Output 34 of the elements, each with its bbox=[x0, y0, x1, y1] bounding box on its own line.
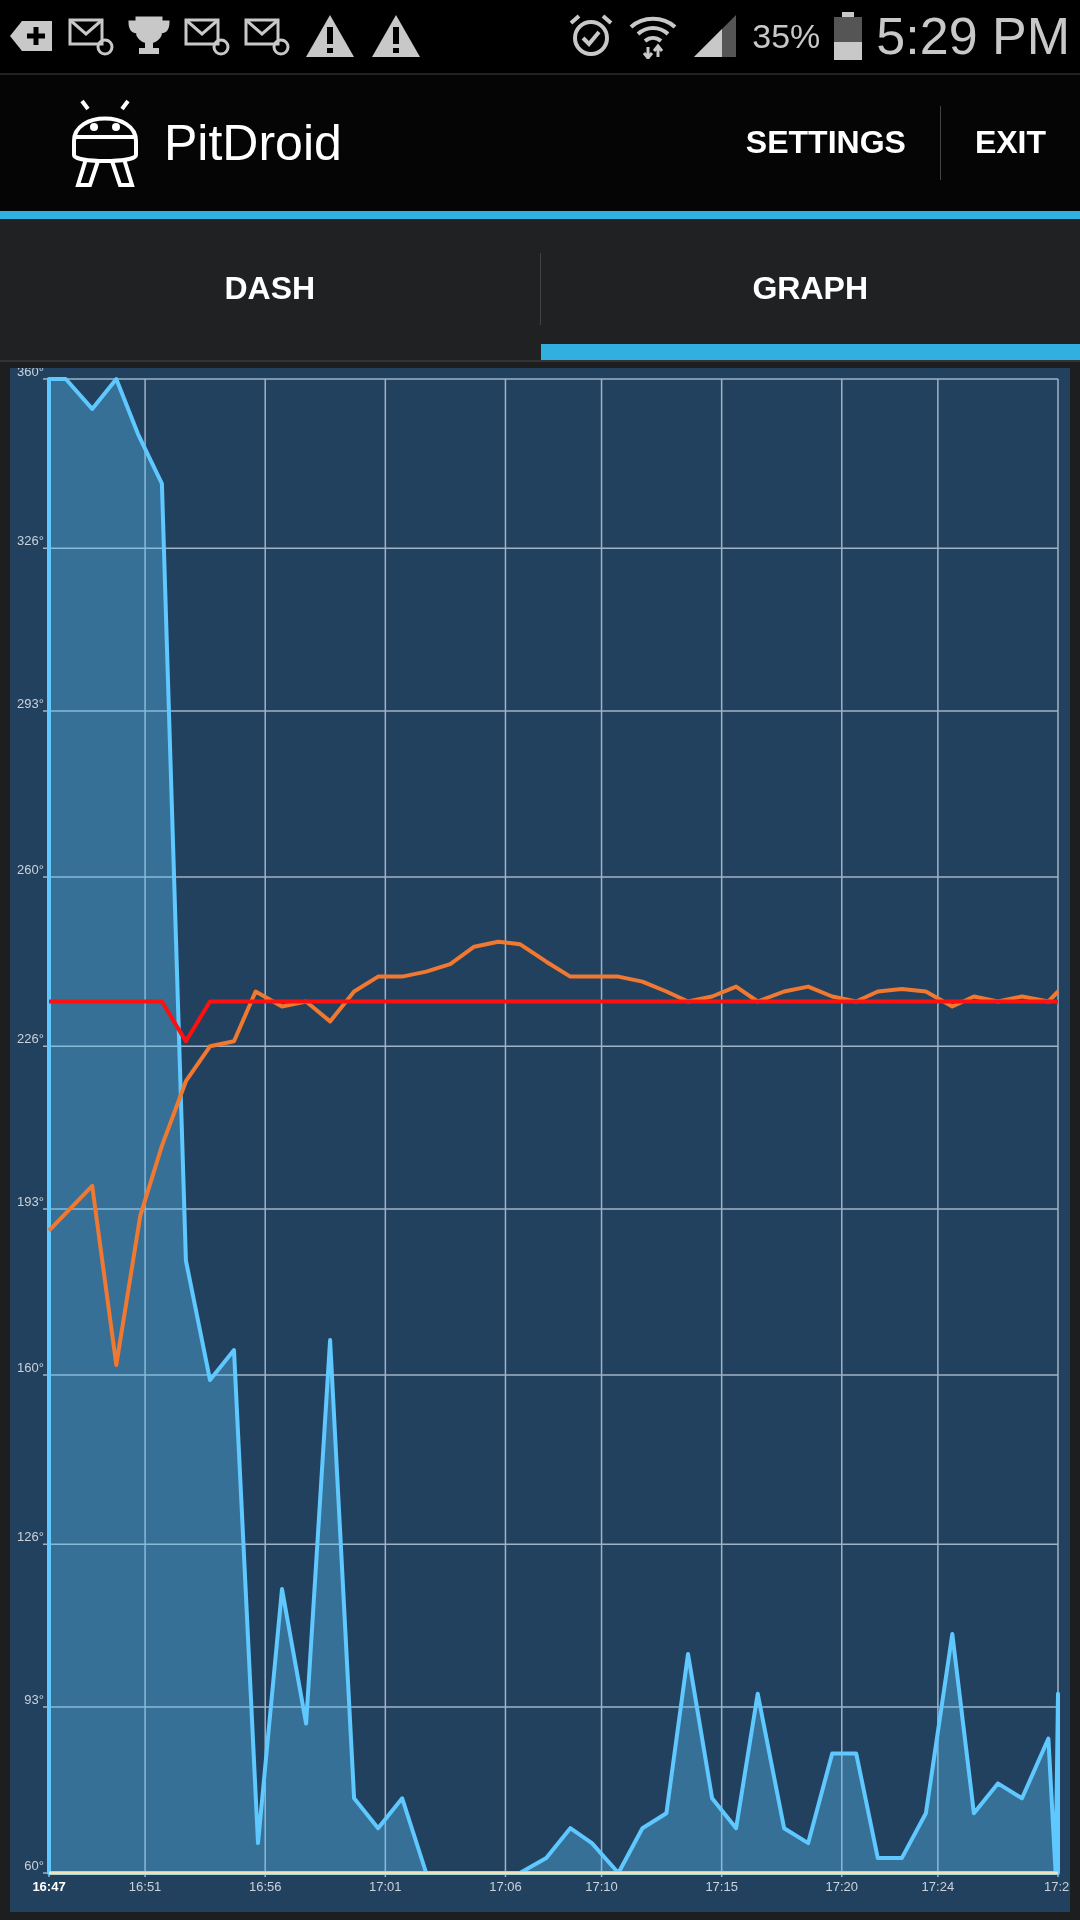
x-axis-label: 17:2 bbox=[1044, 1879, 1070, 1894]
y-axis-label: 126° bbox=[17, 1529, 44, 1545]
y-axis-label: 293° bbox=[17, 696, 44, 711]
tab[interactable]: DASH bbox=[0, 218, 540, 360]
clock-time: 5:29 PM bbox=[876, 6, 1070, 67]
trophy-icon bbox=[128, 16, 170, 57]
email-at-icon bbox=[244, 16, 290, 57]
x-axis-label: 17:15 bbox=[705, 1879, 738, 1894]
action-button[interactable]: SETTINGS bbox=[711, 105, 940, 180]
x-axis-label: 17:24 bbox=[921, 1879, 955, 1894]
x-axis-label: 17:01 bbox=[369, 1879, 402, 1894]
warning-icon bbox=[304, 13, 356, 60]
y-axis-label: 193° bbox=[17, 1194, 44, 1209]
y-axis-label: 326° bbox=[17, 533, 44, 549]
y-axis-label: 60° bbox=[24, 1858, 44, 1873]
notification-plus-icon bbox=[10, 19, 54, 54]
x-axis-label: 16:56 bbox=[248, 1879, 282, 1894]
x-axis-label: 16:47 bbox=[32, 1879, 66, 1894]
email-at-icon bbox=[184, 16, 230, 57]
x-axis-label: 17:20 bbox=[825, 1879, 859, 1894]
y-axis-label: 160° bbox=[17, 1360, 44, 1375]
y-axis-label: 93° bbox=[24, 1692, 44, 1707]
email-at-icon bbox=[68, 16, 114, 57]
x-axis-label: 16:51 bbox=[128, 1879, 162, 1894]
battery-icon bbox=[834, 12, 863, 61]
x-axis-label: 17:10 bbox=[585, 1879, 618, 1894]
warning-icon bbox=[370, 13, 422, 60]
action-button[interactable]: EXIT bbox=[940, 105, 1080, 180]
y-axis-label: 226° bbox=[17, 1031, 44, 1047]
y-axis-label: 260° bbox=[17, 862, 44, 877]
signal-icon bbox=[692, 13, 739, 60]
x-axis-label: 17:06 bbox=[489, 1879, 522, 1894]
app-title: PitDroid bbox=[164, 113, 342, 172]
battery-percent: 35% bbox=[752, 16, 821, 56]
